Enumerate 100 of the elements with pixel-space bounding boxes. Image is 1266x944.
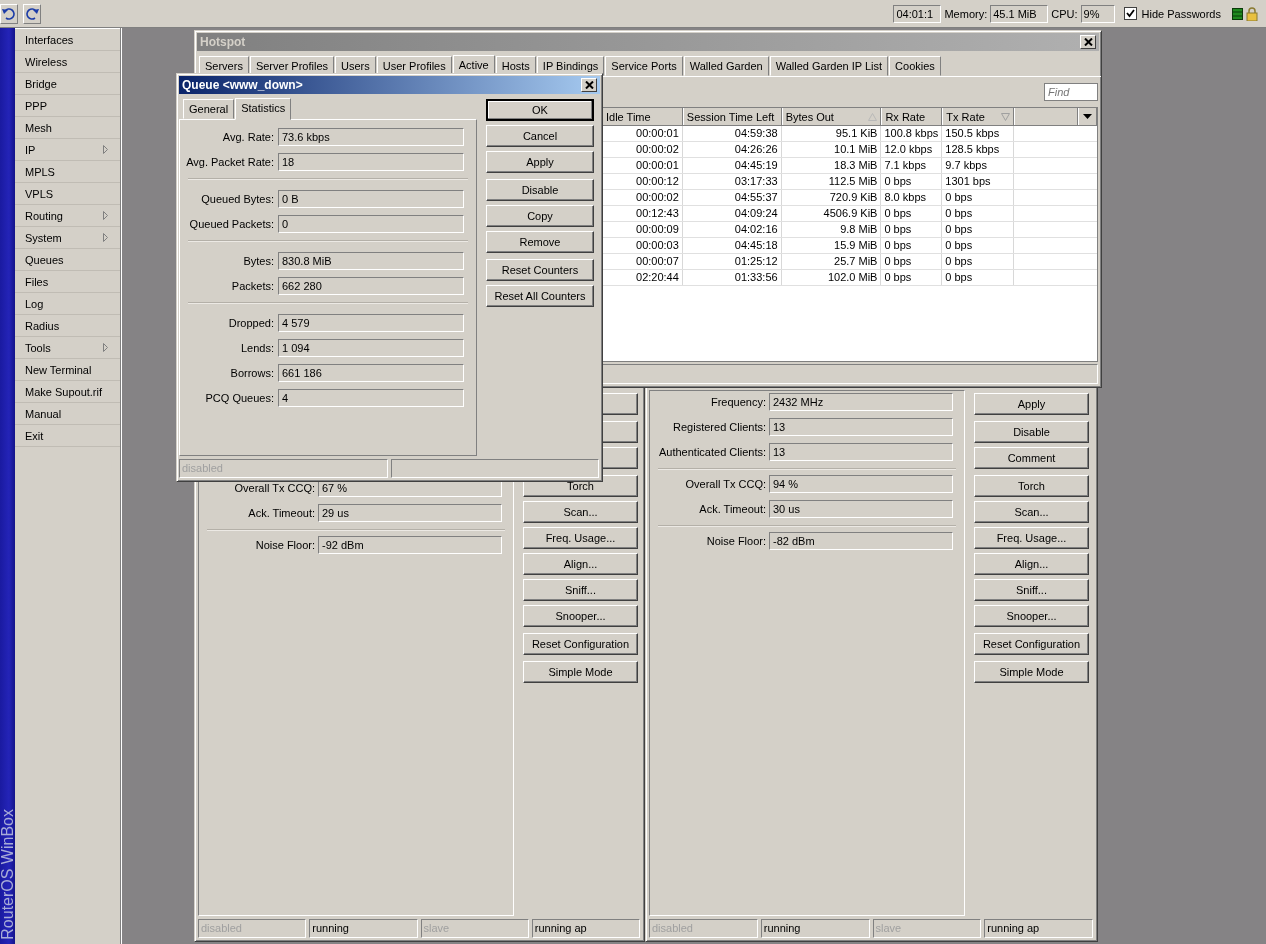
value-field: 4 579 [278, 314, 464, 332]
dialog-button[interactable]: Apply [486, 151, 594, 173]
menu-item[interactable]: Wireless [15, 51, 120, 73]
tab[interactable]: Statistics [235, 98, 292, 120]
window-button[interactable]: Simple Mode [974, 661, 1089, 683]
window-button[interactable]: Align... [974, 553, 1089, 575]
lock-icon [1246, 6, 1258, 21]
window-button[interactable]: Apply [974, 393, 1089, 415]
menu-item[interactable]: Mesh [15, 117, 120, 139]
table-cell: 25.7 MiB [781, 254, 882, 269]
window-button[interactable]: Scan... [974, 501, 1089, 523]
menu-item[interactable]: Radius [15, 315, 120, 337]
menu-item[interactable]: Make Supout.rif [15, 381, 120, 403]
value-field: 13 [769, 418, 953, 436]
memory-field: 45.1 MiB [990, 4, 1049, 23]
window-button[interactable]: Snooper... [974, 605, 1089, 627]
table-cell: 720.9 KiB [781, 190, 882, 205]
column-header[interactable]: Bytes Out [781, 108, 882, 125]
column-header[interactable]: Session Time Left [682, 108, 782, 125]
value-field: 830.8 MiB [278, 252, 464, 270]
caret-icon [1083, 114, 1092, 119]
submenu-arrow-icon [103, 343, 108, 352]
dialog-button[interactable]: Copy [486, 205, 594, 227]
window-button[interactable]: Comment [974, 447, 1089, 469]
table-cell: 0 bps [942, 270, 1015, 285]
table-cell: 04:55:37 [682, 190, 782, 205]
table-cell: 0 bps [942, 254, 1015, 269]
window-button[interactable]: Disable [974, 421, 1089, 443]
value-field: -92 dBm [318, 536, 502, 554]
close-button[interactable] [581, 78, 597, 92]
window-button[interactable]: Scan... [523, 501, 638, 523]
column-chooser-button[interactable] [1078, 108, 1097, 125]
undo-button[interactable] [0, 3, 18, 24]
menu-item[interactable]: Bridge [15, 73, 120, 95]
menu-item[interactable]: Interfaces [15, 29, 120, 51]
table-cell: 95.1 KiB [781, 126, 882, 141]
menu-item[interactable]: Routing [15, 205, 120, 227]
table-cell: 8.0 kbps [881, 190, 943, 205]
menu-item[interactable]: Manual [15, 403, 120, 425]
table-cell: 0 bps [942, 222, 1015, 237]
menu-item[interactable]: MPLS [15, 161, 120, 183]
status-indicator-icon [1232, 7, 1243, 20]
window-button[interactable]: Reset Configuration [523, 633, 638, 655]
window-button[interactable]: Torch [974, 475, 1089, 497]
table-cell: 4506.9 KiB [781, 206, 882, 221]
table-cell: 0 bps [881, 238, 943, 253]
window-button[interactable]: Freq. Usage... [523, 527, 638, 549]
window-button[interactable]: Snooper... [523, 605, 638, 627]
field-label: Authenticated Clients: [658, 446, 767, 458]
table-cell: 102.0 MiB [781, 270, 882, 285]
table-cell: 03:17:33 [682, 174, 782, 189]
dialog-button[interactable]: Remove [486, 231, 594, 253]
window-button[interactable]: Sniff... [974, 579, 1089, 601]
menu-item[interactable]: PPP [15, 95, 120, 117]
dialog-button[interactable]: OK [486, 99, 594, 121]
field-label: Borrows: [229, 367, 275, 379]
menu-item[interactable]: System [15, 227, 120, 249]
window-button[interactable]: Sniff... [523, 579, 638, 601]
tab[interactable]: Service Ports [605, 56, 683, 76]
dialog-button[interactable]: Reset All Counters [486, 285, 594, 307]
status-cell: running ap [531, 919, 640, 938]
window-button[interactable]: Align... [523, 553, 638, 575]
dialog-button[interactable]: Disable [486, 179, 594, 201]
redo-button[interactable] [23, 3, 41, 24]
status-cell: running [309, 919, 418, 938]
menu-item[interactable]: IP [15, 139, 120, 161]
menu-item[interactable]: Queues [15, 249, 120, 271]
dialog-button[interactable]: Reset Counters [486, 259, 594, 281]
time-field: 04:01:1 [893, 4, 942, 23]
search-field[interactable]: Find [1044, 83, 1098, 101]
close-icon [584, 81, 594, 89]
window-button[interactable]: Reset Configuration [974, 633, 1089, 655]
window-button[interactable]: Freq. Usage... [974, 527, 1089, 549]
undo-icon [2, 7, 16, 20]
redo-icon [25, 7, 39, 20]
status-cell: running [760, 919, 870, 938]
value-field: 13 [769, 443, 953, 461]
menu-item[interactable]: Exit [15, 425, 120, 447]
close-button[interactable] [1080, 35, 1096, 49]
menu-item[interactable]: Files [15, 271, 120, 293]
field-label: Noise Floor: [705, 535, 767, 547]
dialog-button[interactable]: Cancel [486, 125, 594, 147]
menu-item[interactable]: VPLS [15, 183, 120, 205]
menu-item[interactable]: Log [15, 293, 120, 315]
checkbox[interactable] [1123, 7, 1137, 20]
window-button[interactable]: Torch [523, 475, 638, 497]
window-button[interactable]: Simple Mode [523, 661, 638, 683]
menu-item[interactable]: New Terminal [15, 359, 120, 381]
tab[interactable]: General [183, 99, 235, 119]
field-label: Lends: [239, 342, 275, 354]
table-cell: 04:09:24 [682, 206, 782, 221]
tab[interactable]: Cookies [889, 56, 941, 76]
field-label: Noise Floor: [254, 539, 316, 551]
tab[interactable]: Walled Garden IP List [769, 56, 889, 76]
table-cell: 01:33:56 [682, 270, 782, 285]
column-header[interactable]: Tx Rate [942, 108, 1015, 125]
table-cell: 04:26:26 [682, 142, 782, 157]
menu-item[interactable]: Tools [15, 337, 120, 359]
column-header[interactable]: Rx Rate [881, 108, 943, 125]
tab[interactable]: Walled Garden [683, 56, 769, 76]
